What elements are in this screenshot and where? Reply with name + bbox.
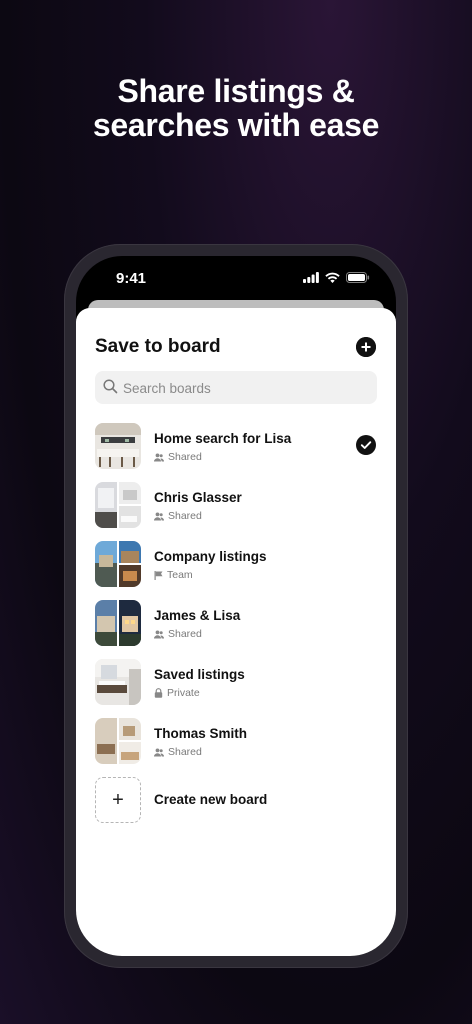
selected-check[interactable] (356, 435, 376, 455)
board-meta: Shared (154, 628, 202, 640)
board-name: James & Lisa (154, 608, 241, 623)
create-new-board-button[interactable]: + Create new board (95, 777, 377, 827)
board-list: Home search for Lisa Shared Chris Glasse… (95, 423, 377, 827)
people-icon (154, 453, 164, 461)
board-meta: Team (154, 569, 193, 581)
headline: Share listings & searches with ease (0, 74, 472, 142)
living-room-photo-collage (95, 718, 141, 764)
board-meta-label: Shared (168, 451, 202, 463)
board-meta-label: Shared (168, 628, 202, 640)
board-item-thomas-smith[interactable]: Thomas Smith Shared (95, 718, 377, 777)
board-name: Saved listings (154, 667, 245, 682)
headline-line-2: searches with ease (92, 107, 380, 143)
board-name: Company listings (154, 549, 267, 564)
plus-circle-icon (356, 337, 376, 357)
people-icon (154, 512, 164, 520)
board-meta-label: Team (167, 569, 193, 581)
board-meta: Shared (154, 746, 202, 758)
house-photo-collage (95, 600, 141, 646)
flag-icon (154, 570, 163, 580)
phone-screen: 9:41 Save to board Search boards Home se… (76, 256, 396, 956)
search-input[interactable] (121, 371, 365, 406)
board-name: Home search for Lisa (154, 431, 292, 446)
board-item-saved-listings[interactable]: Saved listings Private (95, 659, 377, 718)
search-icon (103, 379, 118, 394)
board-item-company-listings[interactable]: Company listings Team (95, 541, 377, 600)
board-thumbnail (95, 482, 141, 528)
board-thumbnail (95, 659, 141, 705)
kitchen-photo (95, 423, 141, 469)
headline-line-1: Share listings & (117, 73, 355, 109)
sheet-title: Save to board (95, 336, 221, 357)
add-icon: + (95, 777, 141, 823)
status-time: 9:41 (116, 270, 147, 287)
board-thumbnail (95, 541, 141, 587)
bathroom-photo (95, 659, 141, 705)
board-name: Thomas Smith (154, 726, 248, 741)
save-to-board-sheet: Save to board Search boards Home search … (76, 308, 396, 956)
board-meta-label: Shared (168, 746, 202, 758)
add-board-button[interactable] (356, 337, 376, 357)
search-bar[interactable] (95, 371, 377, 406)
board-meta-label: Shared (168, 510, 202, 522)
exterior-photo-collage (95, 541, 141, 587)
signal-icon (303, 272, 319, 283)
wifi-icon (325, 272, 340, 283)
board-meta: Shared (154, 451, 202, 463)
checkmark-icon (360, 441, 372, 449)
lock-icon (154, 688, 163, 698)
board-item-chris-glasser[interactable]: Chris Glasser Shared (95, 482, 377, 541)
board-name: Chris Glasser (154, 490, 242, 505)
people-icon (154, 748, 164, 756)
create-new-board-label: Create new board (154, 792, 268, 807)
board-meta: Private (154, 687, 200, 699)
people-icon (154, 630, 164, 638)
board-thumbnail (95, 423, 141, 469)
board-item-home-search-for-lisa[interactable]: Home search for Lisa Shared (95, 423, 377, 482)
board-meta: Shared (154, 510, 202, 522)
battery-icon (346, 272, 370, 283)
interior-photo-collage (95, 482, 141, 528)
board-thumbnail (95, 718, 141, 764)
board-meta-label: Private (167, 687, 200, 699)
status-icons (303, 272, 370, 283)
board-item-james-and-lisa[interactable]: James & Lisa Shared (95, 600, 377, 659)
board-thumbnail (95, 600, 141, 646)
